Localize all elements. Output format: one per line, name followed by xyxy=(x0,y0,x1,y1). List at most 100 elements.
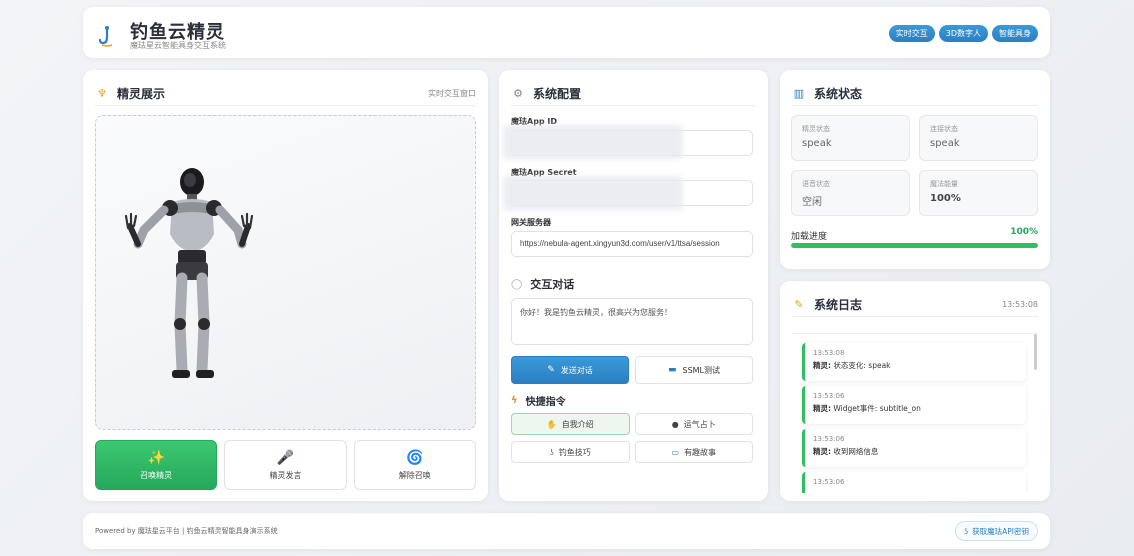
dialog-textarea[interactable]: 你好！我是钓鱼云精灵，很高兴为您服务！ xyxy=(511,298,753,345)
stat-value: speak xyxy=(802,138,832,149)
quick-fishing-button[interactable]: ʖ 钓鱼技巧 xyxy=(511,441,630,463)
progress-label: 加载进度 xyxy=(791,232,828,242)
memo-icon: ✎ xyxy=(794,298,804,311)
book-icon: ▭ xyxy=(671,447,680,457)
badge-embodied[interactable]: 智能具身 xyxy=(992,25,1038,42)
dismiss-button[interactable]: 🌀 解除召唤 xyxy=(353,440,476,490)
config-panel: ⚙ 系统配置 魔珐App ID 魔珐App Secret 网关服务器 https… xyxy=(499,70,768,501)
crystal-ball-icon: ● xyxy=(671,419,679,429)
badge-realtime[interactable]: 实时交互 xyxy=(888,25,935,42)
progress-bar xyxy=(791,243,1038,248)
fishhook-icon: ʖ xyxy=(964,526,969,536)
app-footer: Powered by 魔珐星云平台 | 钓鱼云精灵智能具身演示系统 ʖ 获取魔珐… xyxy=(83,513,1050,549)
log-entry: 13:53:06 精灵: 收到网络信息 xyxy=(802,429,1026,467)
sparkles-icon: ✨ xyxy=(147,450,165,466)
speak-label: 精灵发言 xyxy=(269,471,302,480)
log-entry-time: 13:53:06 xyxy=(813,478,845,486)
stat-key: 连接状态 xyxy=(930,125,958,133)
summon-label: 召唤精灵 xyxy=(140,471,173,480)
summon-button[interactable]: ✨ 召唤精灵 xyxy=(95,440,218,490)
ssml-test-button[interactable]: ▬ SSML测试 xyxy=(635,356,753,384)
sprite-stage[interactable] xyxy=(95,115,476,430)
speak-button[interactable]: 🎤 精灵发言 xyxy=(224,440,347,490)
torch-icon: ♆ xyxy=(97,87,107,100)
lightning-icon: ϟ xyxy=(511,395,518,406)
progress-value: 100% xyxy=(1010,227,1038,237)
stat-value: 空闲 xyxy=(802,197,822,208)
log-scrollbar[interactable] xyxy=(1034,334,1037,370)
log-entry: 13:53:06 xyxy=(802,472,1026,493)
dialog-section-title: ◯ 交互对话 xyxy=(511,276,574,292)
quick-story-button[interactable]: ▭ 有趣故事 xyxy=(634,441,753,463)
gateway-label: 网关服务器 xyxy=(511,218,551,227)
quick-intro-label: 自我介绍 xyxy=(561,419,594,429)
log-entry-text: Widget事件: subtitle_on xyxy=(833,404,921,413)
app-header: 钓鱼云精灵 魔珐星云智能具身交互系统 实时交互 3D数字人 智能具身 xyxy=(83,7,1050,58)
quick-command-grid: ✋ 自我介绍 ● 运气占卜 ʖ 钓鱼技巧 ▭ 有趣故事 xyxy=(511,413,753,463)
log-panel-header: ✎ 系统日志 13:53:08 xyxy=(792,293,1038,317)
quick-fishing-label: 钓鱼技巧 xyxy=(558,447,591,457)
wave-icon: ✋ xyxy=(546,419,557,429)
stat-value: speak xyxy=(930,138,960,149)
header-badges: 实时交互 3D数字人 智能具身 xyxy=(888,25,1038,42)
dismiss-label: 解除召唤 xyxy=(398,471,431,480)
stat-value: 100% xyxy=(930,193,961,204)
log-entry-message: 精灵: 收到网络信息 xyxy=(813,446,1018,457)
log-panel-title: 系统日志 xyxy=(814,298,863,312)
quick-fortune-button[interactable]: ● 运气占卜 xyxy=(634,413,753,435)
stat-magic-energy: 魔法能量 100% xyxy=(919,170,1038,216)
stat-connection-state: 连接状态 speak xyxy=(919,115,1038,161)
log-entry-source: 精灵: xyxy=(813,447,831,456)
progress-fill xyxy=(791,243,1038,248)
quick-fortune-label: 运气占卜 xyxy=(683,419,716,429)
send-dialog-button[interactable]: ✎ 发送对话 xyxy=(511,356,629,384)
sprite-panel-title: 精灵展示 xyxy=(117,87,166,101)
dialog-title-text: 交互对话 xyxy=(530,278,575,291)
swirl-icon: 🌀 xyxy=(406,450,424,466)
robot-avatar xyxy=(124,168,254,378)
status-panel: ▥ 系统状态 精灵状态 speak 连接状态 speak 语音状态 空闲 魔法能… xyxy=(780,70,1050,269)
badge-3d-human[interactable]: 3D数字人 xyxy=(938,25,988,42)
stat-key: 精灵状态 xyxy=(802,125,830,133)
microphone-icon: 🎤 xyxy=(276,450,295,466)
redaction-blur xyxy=(503,176,683,210)
quick-title-text: 快捷指令 xyxy=(525,397,566,408)
status-panel-title: 系统状态 xyxy=(814,87,863,101)
log-entry-message: 精灵: Widget事件: subtitle_on xyxy=(813,403,1018,414)
stat-key: 语音状态 xyxy=(802,180,830,188)
log-list[interactable]: 13:53:08 精灵: 状态变化: speak 13:53:06 精灵: Wi… xyxy=(791,333,1039,493)
stat-sprite-state: 精灵状态 speak xyxy=(791,115,910,161)
stat-key: 魔法能量 xyxy=(930,180,958,188)
ssml-test-label: SSML测试 xyxy=(682,365,721,375)
log-entry-time: 13:53:08 xyxy=(813,349,845,357)
send-icon: ✎ xyxy=(547,365,555,375)
log-entry-time: 13:53:06 xyxy=(813,435,845,443)
config-panel-header: ⚙ 系统配置 xyxy=(511,82,756,106)
log-entry-source: 精灵: xyxy=(813,404,831,413)
realtime-window-label: 实时交互窗口 xyxy=(428,89,476,98)
config-panel-title: 系统配置 xyxy=(533,87,582,101)
app-subtitle: 魔珐星云智能具身交互系统 xyxy=(130,41,226,50)
dialog-button-row: ✎ 发送对话 ▬ SSML测试 xyxy=(511,356,753,384)
gateway-field[interactable]: https://nebula-agent.xingyun3d.com/user/… xyxy=(511,231,753,257)
footer-text: Powered by 魔珐星云平台 | 钓鱼云精灵智能具身演示系统 xyxy=(95,527,278,535)
log-entry: 13:53:06 精灵: Widget事件: subtitle_on xyxy=(802,386,1026,424)
log-entry-time: 13:53:06 xyxy=(813,392,845,400)
gear-icon: ⚙ xyxy=(513,87,523,100)
stat-voice-state: 语音状态 空闲 xyxy=(791,170,910,216)
log-entry-message: 精灵: 状态变化: speak xyxy=(813,360,1018,371)
log-panel: ✎ 系统日志 13:53:08 13:53:08 精灵: 状态变化: speak… xyxy=(780,281,1050,501)
log-entry-text: 状态变化: speak xyxy=(833,361,891,370)
fishhook-logo-icon xyxy=(99,25,113,47)
sprite-panel-header: ♆ 精灵展示 实时交互窗口 xyxy=(95,82,476,106)
ssml-icon: ▬ xyxy=(667,365,677,375)
log-entry-source: 精灵: xyxy=(813,361,831,370)
speech-bubble-icon: ◯ xyxy=(511,278,523,290)
status-panel-header: ▥ 系统状态 xyxy=(792,82,1038,106)
quick-section-title: ϟ 快捷指令 xyxy=(511,393,566,408)
quick-story-label: 有趣故事 xyxy=(684,447,717,457)
quick-intro-button[interactable]: ✋ 自我介绍 xyxy=(511,413,630,435)
send-dialog-label: 发送对话 xyxy=(560,365,593,375)
sprite-action-row: ✨ 召唤精灵 🎤 精灵发言 🌀 解除召唤 xyxy=(95,440,476,490)
get-api-key-button[interactable]: ʖ 获取魔珐API密钥 xyxy=(955,521,1038,541)
